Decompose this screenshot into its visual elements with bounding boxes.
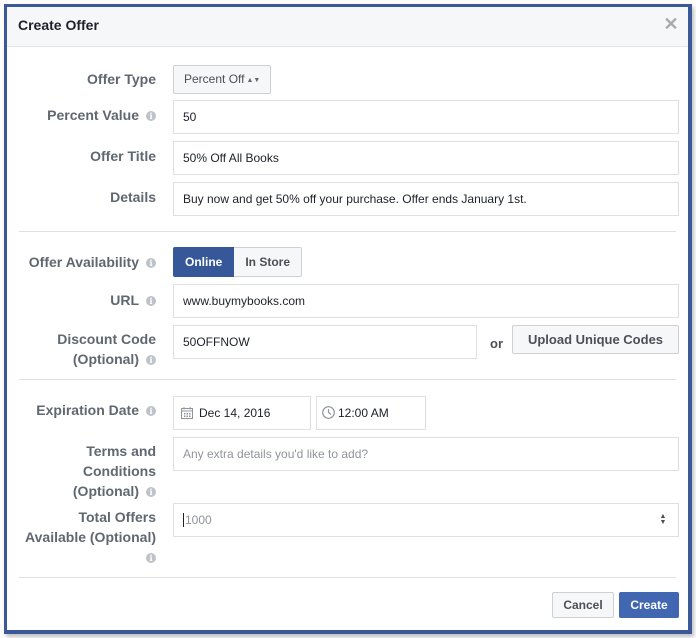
offer-type-value: Percent Off — [184, 72, 245, 86]
url-label: URL i — [110, 290, 156, 310]
dialog-header: Create Offer ✕ — [7, 7, 688, 47]
offer-availability-label: Offer Availability i — [29, 252, 156, 272]
percent-value-label: Percent Value i — [47, 105, 156, 125]
offer-type-label: Offer Type — [87, 71, 156, 87]
upload-unique-codes-button[interactable]: Upload Unique Codes — [512, 325, 679, 354]
availability-online-option[interactable]: Online — [173, 247, 235, 277]
url-input[interactable]: www.buymybooks.com — [173, 284, 679, 318]
availability-in-store-option[interactable]: In Store — [234, 247, 303, 277]
section-divider — [19, 231, 676, 232]
total-offers-input[interactable]: 1000 ▲ ▼ — [173, 503, 679, 537]
offer-type-select[interactable]: Percent Off ▲▼ — [173, 65, 272, 94]
calendar-icon — [181, 407, 193, 419]
cancel-button[interactable]: Cancel — [552, 592, 614, 618]
close-icon[interactable]: ✕ — [663, 15, 679, 33]
total-offers-label: Total Offers Available (Optional) i — [25, 509, 156, 563]
text-caret — [183, 513, 184, 527]
footer-divider — [19, 577, 676, 578]
section-divider — [19, 379, 676, 380]
expiration-date-input[interactable]: Dec 14, 2016 — [173, 396, 311, 430]
terms-label: Terms and Conditions (Optional) i — [72, 443, 156, 499]
create-button[interactable]: Create — [619, 592, 679, 618]
info-icon[interactable]: i — [146, 258, 156, 268]
discount-code-label: Discount Code (Optional) i — [57, 331, 156, 367]
terms-input[interactable]: Any extra details you'd like to add? — [173, 437, 679, 471]
details-label: Details — [110, 189, 156, 205]
or-text: or — [490, 336, 503, 351]
details-input[interactable]: Buy now and get 50% off your purchase. O… — [173, 182, 679, 216]
offer-title-input[interactable]: 50% Off All Books — [173, 141, 679, 175]
number-spinner-icon[interactable]: ▲ ▼ — [658, 513, 668, 526]
info-icon[interactable]: i — [146, 487, 156, 497]
expiration-time-input[interactable]: 12:00 AM — [316, 396, 426, 430]
updown-arrows-icon: ▲▼ — [246, 77, 261, 84]
info-icon[interactable]: i — [146, 355, 156, 365]
percent-value-input[interactable]: 50 — [173, 100, 679, 134]
expiration-time-value: 12:00 AM — [338, 406, 389, 420]
total-offers-placeholder: 1000 — [185, 513, 212, 527]
dialog-title: Create Offer — [18, 17, 99, 33]
expiration-date-label: Expiration Date i — [36, 400, 156, 420]
create-offer-dialog: Create Offer ✕ Offer Type Percent Off ▲▼ … — [4, 4, 692, 634]
clock-icon — [322, 406, 335, 419]
info-icon[interactable]: i — [146, 553, 156, 563]
offer-title-label: Offer Title — [90, 148, 156, 164]
info-icon[interactable]: i — [146, 296, 156, 306]
info-icon[interactable]: i — [146, 111, 156, 121]
expiration-date-value: Dec 14, 2016 — [199, 406, 271, 420]
offer-availability-toggle: Online In Store — [173, 247, 303, 277]
info-icon[interactable]: i — [146, 406, 156, 416]
discount-code-input[interactable]: 50OFFNOW — [173, 325, 477, 359]
